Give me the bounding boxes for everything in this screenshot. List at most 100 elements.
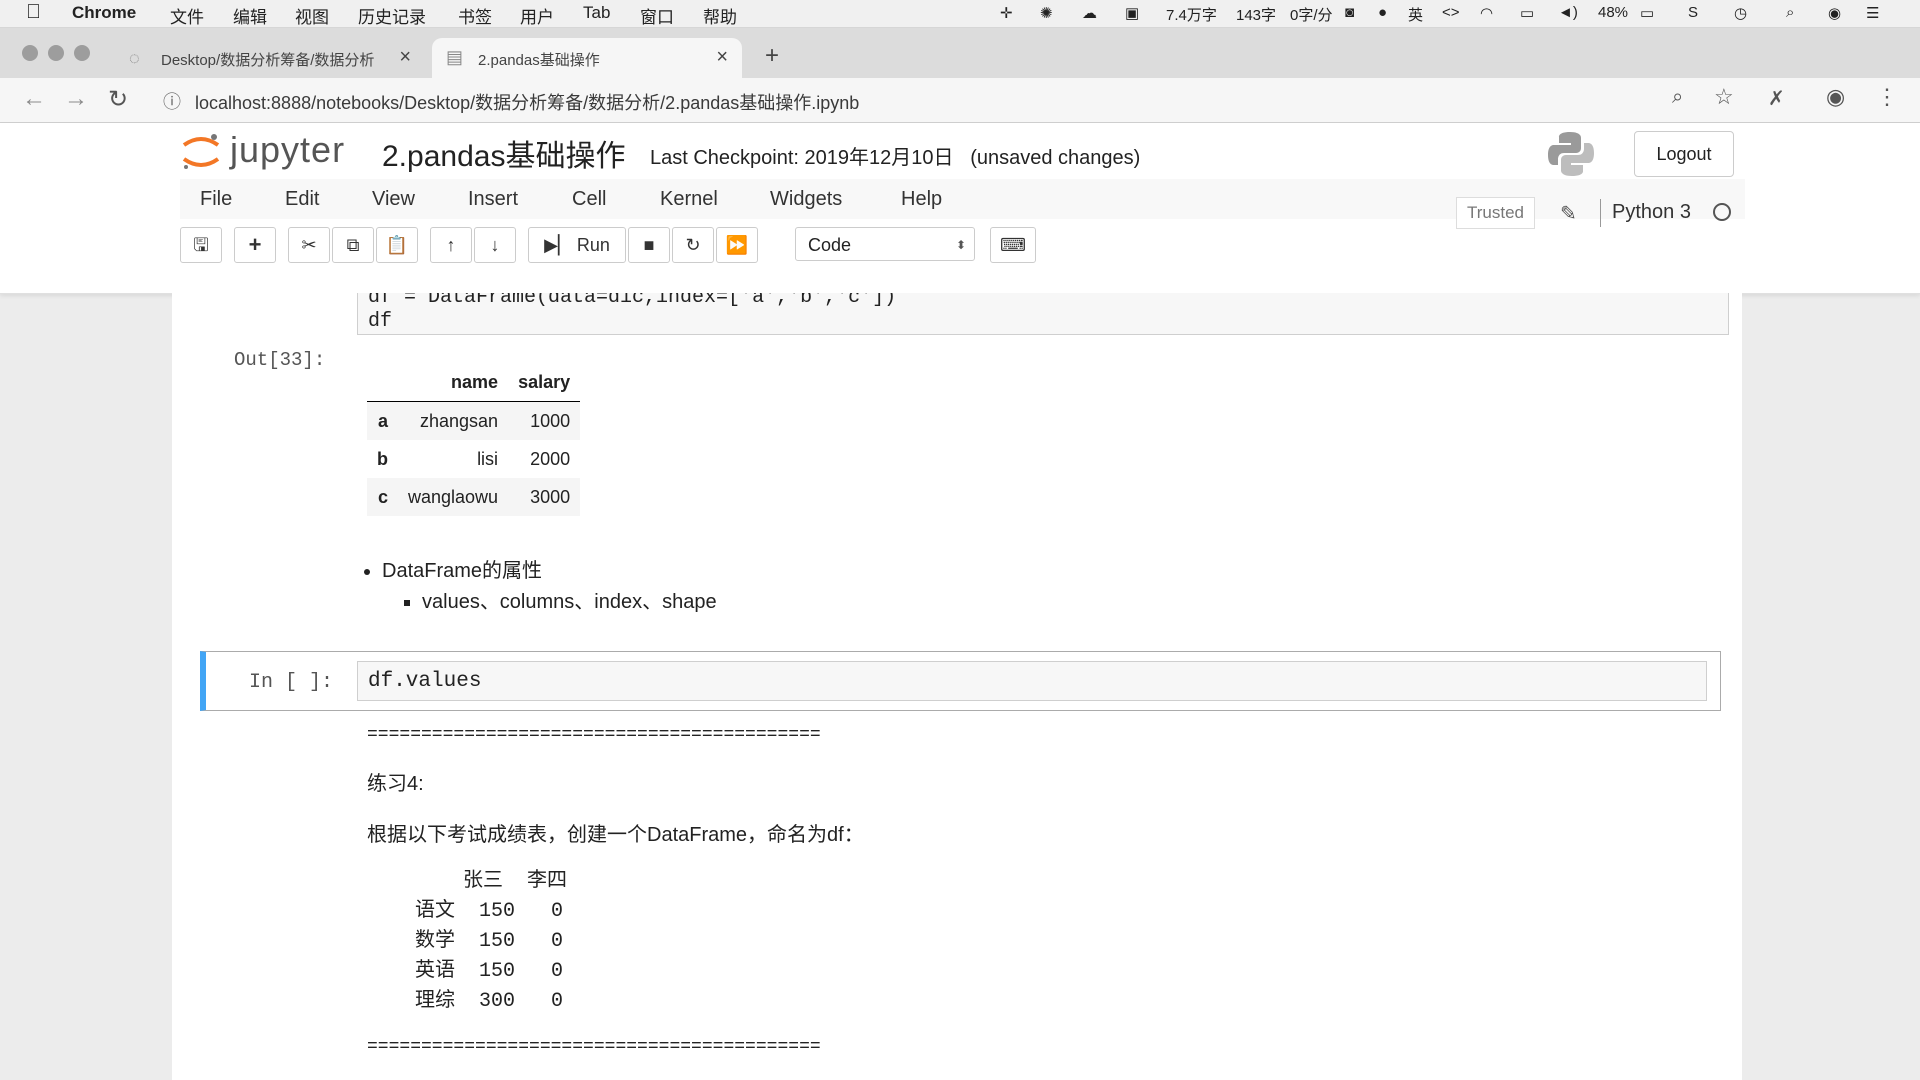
cut-icon[interactable]: ✂ <box>288 227 330 263</box>
pinwheel-icon[interactable]: ✺ <box>1040 4 1053 22</box>
menu-file[interactable]: File <box>200 188 232 211</box>
app-name[interactable]: Chrome <box>72 3 136 23</box>
profile-icon[interactable]: ◉ <box>1826 84 1845 110</box>
cloud-icon[interactable]: ☁ <box>1082 4 1097 22</box>
kernel-name[interactable]: Python 3 <box>1612 201 1691 224</box>
close-tab-icon[interactable]: × <box>716 46 728 69</box>
tab-title: Desktop/数据分析筹备/数据分析 <box>161 52 375 69</box>
move-up-icon[interactable]: ↑ <box>430 227 472 263</box>
table-row: c wanglaowu 3000 <box>367 478 581 516</box>
wifi-icon[interactable]: ◠ <box>1480 4 1493 22</box>
python-logo-icon <box>1548 132 1594 176</box>
index-header <box>367 363 398 402</box>
menu-view[interactable]: View <box>372 188 415 211</box>
input-method-icon[interactable]: ◙ <box>1345 4 1354 21</box>
airplay-icon[interactable]: ▭ <box>1520 4 1534 22</box>
more-menu-icon[interactable]: ⋮ <box>1876 84 1898 110</box>
edit-pencil-icon[interactable]: ✎ <box>1560 201 1577 226</box>
back-icon[interactable]: ← <box>22 85 46 113</box>
copy-icon[interactable]: ⧉ <box>332 227 374 263</box>
battery-icon[interactable]: ▭ <box>1640 4 1654 22</box>
word-count: 7.4万字 <box>1166 7 1217 24</box>
code-line: df = DataFrame(data=dic,index=['a','b','… <box>368 293 897 309</box>
kernel-idle-icon <box>1713 203 1731 221</box>
menu-help[interactable]: 帮助 <box>703 3 737 28</box>
cell-type-select[interactable]: Code ⬍ <box>795 227 975 261</box>
interrupt-icon[interactable]: ■ <box>628 227 670 263</box>
jupyter-wordmark[interactable]: jupyter <box>230 129 345 171</box>
new-tab-icon[interactable]: + <box>765 42 779 70</box>
cell-name: lisi <box>477 448 499 469</box>
zoom-icon[interactable]: ⌕ <box>1672 86 1683 109</box>
score-table-text: 张三 李四 语文 150 0 数学 150 0 英语 150 0 理综 300 … <box>367 867 864 1017</box>
menu-tab[interactable]: Tab <box>583 3 610 23</box>
menu-file[interactable]: 文件 <box>170 3 204 28</box>
code-line: df <box>368 310 393 333</box>
row-index: b <box>377 448 388 469</box>
markdown-cell-attributes[interactable]: DataFrame的属性 values、columns、index、shape <box>342 556 717 618</box>
menu-widgets[interactable]: Widgets <box>770 188 842 211</box>
siri-icon[interactable]: ◉ <box>1828 4 1841 22</box>
spotlight-icon[interactable]: ⌕ <box>1786 4 1794 21</box>
trusted-badge[interactable]: Trusted <box>1456 197 1536 229</box>
keyboard-shortcuts-icon[interactable]: ⌨ <box>990 227 1036 263</box>
menu-insert[interactable]: Insert <box>468 188 518 211</box>
minimize-window-button[interactable] <box>48 45 64 61</box>
previous-code-cell[interactable]: df = DataFrame(data=dic,index=['a','b','… <box>357 293 1729 335</box>
zoom-window-button[interactable] <box>74 45 90 61</box>
mic-icon[interactable]: ● <box>1378 4 1387 21</box>
code-icon[interactable]: <> <box>1442 4 1460 21</box>
jupyter-logo-icon[interactable] <box>180 131 222 173</box>
markdown-cell-exercise[interactable]: ========================================… <box>367 725 864 1057</box>
notification-center-icon[interactable]: ☰ <box>1866 4 1879 22</box>
restart-run-all-icon[interactable]: ⏩ <box>716 227 758 263</box>
notebook-container: df = DataFrame(data=dic,index=['a','b','… <box>172 293 1742 1080</box>
cell-salary: 1000 <box>530 410 571 431</box>
url-input[interactable]: localhost:8888/notebooks/Desktop/数据分析筹备/… <box>195 89 859 115</box>
score-row: 数学 150 0 <box>367 930 564 953</box>
separator-line: ========================================… <box>367 725 821 745</box>
score-row: 理综 300 0 <box>367 990 564 1013</box>
logout-button[interactable]: Logout <box>1634 131 1734 177</box>
browser-tab-desktop[interactable]: ◌ Desktop/数据分析筹备/数据分析 × <box>115 38 425 78</box>
paste-icon[interactable]: 📋 <box>376 227 418 263</box>
menu-help[interactable]: Help <box>901 188 942 211</box>
menu-cell[interactable]: Cell <box>572 188 606 211</box>
close-window-button[interactable] <box>22 45 38 61</box>
menu-kernel[interactable]: Kernel <box>660 188 718 211</box>
code-input[interactable]: df.values <box>357 661 1707 701</box>
menu-edit[interactable]: Edit <box>285 188 319 211</box>
info-icon[interactable]: ⓘ <box>163 88 181 114</box>
menu-edit[interactable]: 编辑 <box>233 3 267 28</box>
menu-view[interactable]: 视图 <box>295 3 329 28</box>
close-tab-icon[interactable]: × <box>399 46 411 69</box>
tab-strip: ◌ Desktop/数据分析筹备/数据分析 × ▤ 2.pandas基础操作 ×… <box>0 28 1920 78</box>
notebook-name[interactable]: 2.pandas基础操作 <box>382 131 625 175</box>
menu-window[interactable]: 窗口 <box>640 3 674 28</box>
plus-icon[interactable]: ✛ <box>1000 4 1013 22</box>
move-down-icon[interactable]: ↓ <box>474 227 516 263</box>
score-row: 语文 150 0 <box>367 900 564 923</box>
insert-cell-icon[interactable]: + <box>234 227 276 263</box>
volume-icon[interactable]: ◄) <box>1558 4 1578 21</box>
reload-icon[interactable]: ↻ <box>108 85 128 114</box>
run-button[interactable]: ▶▏ Run <box>528 227 626 263</box>
menu-bookmarks[interactable]: 书签 <box>458 3 492 28</box>
address-bar: ← → ↻ ⓘ localhost:8888/notebooks/Desktop… <box>0 78 1920 123</box>
extension-icon[interactable]: ✗ <box>1768 86 1785 111</box>
score-row: 英语 150 0 <box>367 960 564 983</box>
browser-tab-notebook[interactable]: ▤ 2.pandas基础操作 × <box>432 38 742 78</box>
keyboard-lang-icon[interactable]: 英 <box>1408 4 1423 25</box>
forward-icon[interactable]: → <box>64 85 88 113</box>
bookmark-star-icon[interactable]: ☆ <box>1714 84 1734 110</box>
screen-icon[interactable]: ▣ <box>1125 4 1139 22</box>
menu-history[interactable]: 历史记录 <box>358 3 426 28</box>
run-label: Run <box>576 235 610 255</box>
save-icon[interactable]: 🖫 <box>180 227 222 263</box>
menu-user[interactable]: 用户 <box>520 3 554 28</box>
restart-icon[interactable]: ↻ <box>672 227 714 263</box>
apple-icon[interactable]:  <box>26 1 41 24</box>
input-prompt: In [ ]: <box>249 671 334 694</box>
s-app-icon[interactable]: S <box>1688 4 1698 21</box>
clock-icon[interactable]: ◷ <box>1734 4 1747 22</box>
